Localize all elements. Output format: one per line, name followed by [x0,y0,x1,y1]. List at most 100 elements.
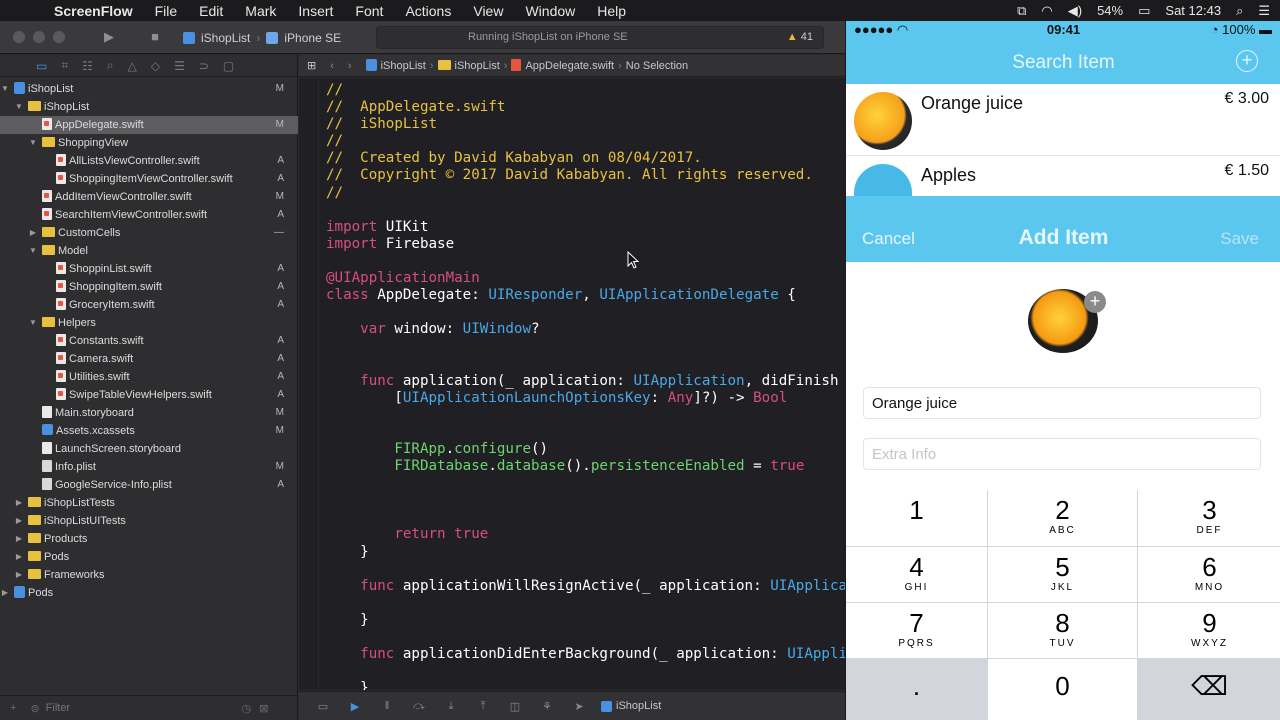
file-tree-row[interactable]: LaunchScreen.storyboard [0,440,298,458]
file-tree-row[interactable]: ▼ Model [0,242,298,260]
run-button[interactable]: ▶ [98,28,120,46]
key-8[interactable]: 8 TUV [988,603,1137,658]
file-tree-row[interactable]: ▼ Helpers [0,314,298,332]
file-tree-row[interactable]: ▼ iShopList M [0,80,298,98]
code-line[interactable] [326,253,845,270]
disclosure-closed-icon[interactable]: ▶ [0,584,10,602]
folder-icon[interactable]: ▭ [36,59,47,73]
key-3[interactable]: 3 DEF [1138,490,1280,546]
code-line[interactable]: // Copyright © 2017 David Kababyan. All … [326,167,845,184]
file-tree-row[interactable]: Constants.swift A [0,332,298,350]
menu-view[interactable]: View [462,3,514,19]
disclosure-open-icon[interactable]: ▼ [28,314,38,332]
find-icon[interactable]: ⌕ [107,58,114,73]
delete-key[interactable]: ⌫ [1138,659,1280,720]
jump-selection[interactable]: No Selection [626,60,688,72]
key-4[interactable]: 4 GHI [846,547,987,602]
step-in-icon[interactable]: ⤓ [443,700,459,713]
code-line[interactable] [326,561,845,578]
wifi-icon[interactable]: ◠ [1041,3,1052,19]
jump-project[interactable]: iShopList [365,59,426,72]
file-tree-row[interactable]: Camera.swift A [0,350,298,368]
file-tree-row[interactable]: ShoppingItemViewController.swift A [0,170,298,188]
code-line[interactable]: func applicationDidEnterBackground(_ app… [326,646,845,663]
file-tree-row[interactable]: ShoppinList.swift A [0,260,298,278]
decimal-key[interactable]: . [846,659,987,720]
menu-actions[interactable]: Actions [394,3,462,19]
file-tree-row[interactable]: ▶ Pods [0,584,298,602]
menu-mark[interactable]: Mark [234,3,287,19]
menu-app-name[interactable]: ScreenFlow [38,3,144,19]
code-line[interactable]: FIRDatabase.database().persistenceEnable… [326,458,845,475]
code-line[interactable]: // [326,82,845,99]
disclosure-closed-icon[interactable]: ▶ [14,494,24,512]
code-line[interactable] [326,304,845,321]
menu-clock[interactable]: Sat 12:43 [1165,3,1221,18]
memory-graph-icon[interactable]: ⚘ [539,700,555,713]
code-area[interactable]: //// AppDelegate.swift// iShopList//// C… [326,82,845,690]
code-line[interactable]: var window: UIWindow? [326,321,845,338]
breakpoint-icon[interactable]: ⊃ [199,59,209,73]
code-line[interactable]: func applicationWillResignActive(_ appli… [326,578,845,595]
item-name-field[interactable]: Orange juice [863,387,1261,419]
file-tree-row[interactable]: ▶ iShopListTests [0,494,298,512]
code-line[interactable]: @UIApplicationMain [326,270,845,287]
save-button[interactable]: Save [1220,229,1259,249]
file-tree-row[interactable]: ▶ Pods [0,548,298,566]
disclosure-closed-icon[interactable]: ▶ [14,566,24,584]
editor-gutter[interactable] [299,78,319,690]
report-icon[interactable]: ▢ [223,59,234,73]
code-line[interactable]: import Firebase [326,236,845,253]
battery-percent[interactable]: 54% [1097,3,1123,18]
recent-files-icon[interactable]: ◷ [242,702,252,715]
code-line[interactable]: // [326,185,845,202]
key-5[interactable]: 5 JKL [988,547,1137,602]
menu-window[interactable]: Window [514,3,586,19]
close-window-button[interactable] [13,31,25,43]
location-icon[interactable]: ➤ [571,700,587,713]
file-tree-row[interactable]: ▼ iShopList [0,98,298,116]
file-tree-row[interactable]: GroceryItem.swift A [0,296,298,314]
extra-info-field[interactable]: Extra Info [863,438,1261,470]
pause-icon[interactable]: ‖ [379,700,395,712]
jump-group[interactable]: iShopList [437,59,500,72]
navigator-filter-input[interactable] [45,702,236,714]
file-tree-row[interactable]: ShoppingItem.swift A [0,278,298,296]
step-out-icon[interactable]: ⤒ [475,700,491,713]
source-control-filter-icon[interactable]: ⊠ [259,702,268,715]
file-tree-row[interactable]: ▶ Frameworks [0,566,298,584]
scheme-selector[interactable]: iShopList › iPhone SE [183,27,341,48]
disclosure-open-icon[interactable]: ▼ [28,242,38,260]
menu-insert[interactable]: Insert [287,3,344,19]
add-file-icon[interactable]: + [10,702,16,714]
source-editor[interactable]: //// AppDelegate.swift// iShopList//// C… [299,78,845,690]
code-line[interactable] [326,595,845,612]
key-0[interactable]: 0 [988,659,1137,720]
file-tree-row[interactable]: SearchItemViewController.swift A [0,206,298,224]
disclosure-closed-icon[interactable]: ▶ [14,530,24,548]
key-1[interactable]: 1 [846,490,987,546]
volume-icon[interactable]: ◀) [1068,3,1082,19]
disclosure-closed-icon[interactable]: ▶ [14,512,24,530]
code-line[interactable]: } [326,680,845,690]
related-items-icon[interactable]: ⊞ [307,59,316,72]
code-line[interactable]: } [326,544,845,561]
key-7[interactable]: 7 PQRS [846,603,987,658]
file-tree-row[interactable]: ▶ CustomCells — [0,224,298,242]
step-over-icon[interactable]: ⤼ [411,700,427,713]
code-line[interactable] [326,338,845,355]
debug-icon[interactable]: ☰ [174,59,185,73]
code-line[interactable]: // AppDelegate.swift [326,99,845,116]
file-tree-row[interactable]: AllListsViewController.swift A [0,152,298,170]
file-tree-row[interactable]: AddItemViewController.swift M [0,188,298,206]
list-item[interactable]: Orange juice € 3.00 [846,84,1280,156]
file-tree-row[interactable]: ▶ iShopListUITests [0,512,298,530]
menu-help[interactable]: Help [586,3,637,19]
code-line[interactable] [326,475,845,492]
add-button[interactable]: + [1236,50,1258,72]
menu-font[interactable]: Font [344,3,394,19]
code-line[interactable]: func application(_ application: UIApplic… [326,373,845,390]
file-tree-row[interactable]: ▼ ShoppingView [0,134,298,152]
file-tree-row[interactable]: Info.plist M [0,458,298,476]
key-9[interactable]: 9 WXYZ [1138,603,1280,658]
